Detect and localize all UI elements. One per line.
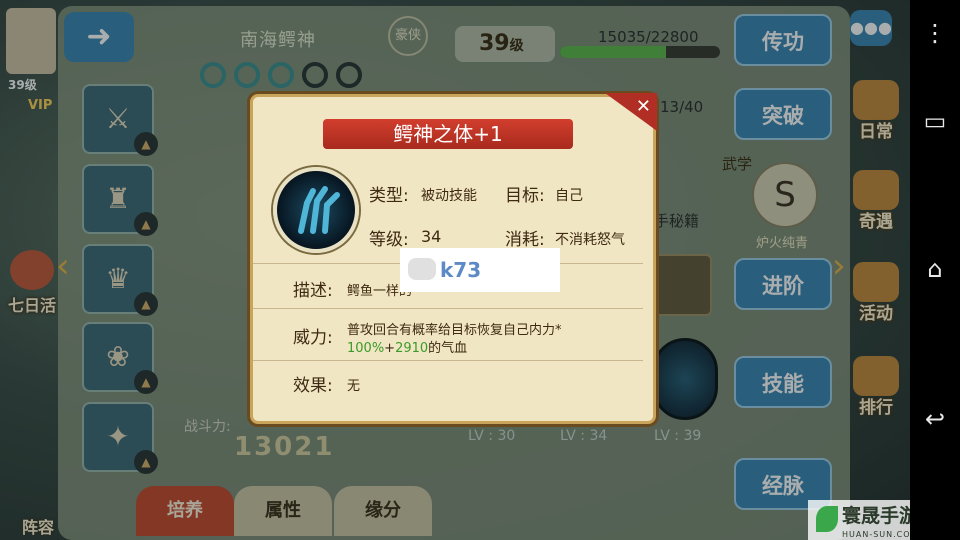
android-nav-bar: ⋮ ▭ ⌂ ↩ <box>910 0 960 540</box>
power-line2: 100%+2910的气血 <box>347 337 467 356</box>
type-label: 类型: <box>369 186 409 206</box>
close-icon[interactable]: ✕ <box>605 93 657 131</box>
target-value: 自己 <box>555 188 583 204</box>
grade-value: 34 <box>421 227 442 246</box>
target-label: 目标: <box>505 186 545 206</box>
skill-title: 鳄神之体+1 <box>323 119 573 149</box>
power-plus: + <box>384 341 396 356</box>
k73-watermark: k73 <box>400 248 560 292</box>
cost-value: 不消耗怒气 <box>555 232 625 248</box>
android-back-icon[interactable]: ↩ <box>918 402 952 436</box>
power-row: 威力: 普攻回合有概率给目标恢复自己内力* 100%+2910的气血 <box>253 309 643 361</box>
grade-label: 等级: <box>369 230 409 250</box>
type-value: 被动技能 <box>421 188 477 204</box>
gamepad-icon <box>408 258 436 280</box>
overflow-menu-icon[interactable]: ⋮ <box>918 16 952 50</box>
power-label: 威力: <box>293 328 333 348</box>
leaf-icon <box>816 506 838 532</box>
power-number: 2910 <box>395 341 429 356</box>
power-line1: 普攻回合有概率给目标恢复自己内力* <box>347 323 562 338</box>
effect-value: 无 <box>347 379 361 394</box>
site-logo-url: HUAN-SUN.COM <box>842 530 919 539</box>
desc-label: 描述: <box>293 281 333 301</box>
android-home-icon[interactable]: ⌂ <box>918 252 952 286</box>
skill-claw-icon <box>273 167 359 253</box>
effect-row: 效果: 无 <box>253 361 643 407</box>
android-recent-icon[interactable]: ▭ <box>918 104 952 138</box>
cost-label: 消耗: <box>505 230 545 250</box>
watermark-text: k73 <box>440 258 482 282</box>
power-percent: 100% <box>347 341 385 356</box>
effect-label: 效果: <box>293 376 333 396</box>
power-suffix: 的气血 <box>428 341 468 356</box>
